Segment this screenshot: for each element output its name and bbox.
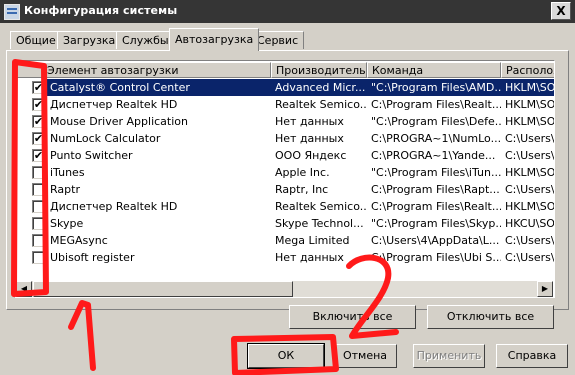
table-row[interactable]: Raptr Raptr, Inc C:\Program Files\Rapt... C… xyxy=(16,181,554,198)
item-name-cell: Ubisoft register xyxy=(50,251,135,264)
location-cell: HKCU\SOFTW xyxy=(505,217,554,230)
table-row[interactable]: iTunes Apple Inc. "C:\Program Files\iTun..… xyxy=(16,164,554,181)
table-row[interactable]: Skype Skype Technol... "C:\Program Files\S… xyxy=(16,215,554,232)
startup-checkbox[interactable]: ✔ xyxy=(32,98,45,111)
command-cell: C:\Program Files\Rapt... xyxy=(371,183,500,196)
enable-all-button[interactable]: Включить все xyxy=(289,305,416,329)
table-row[interactable]: ✔ Punto Switcher ООО Яндекс C:\PROGRA~1\Yan… xyxy=(16,147,554,164)
apply-button[interactable]: Применить xyxy=(413,344,485,368)
table-row[interactable]: ✔ Mouse Driver Application Нет данных "C:\P… xyxy=(16,113,554,130)
location-cell: HKLM\SOFTW xyxy=(505,166,554,179)
table-row[interactable]: Диспетчер Realtek HD Realtek Semico... C:\… xyxy=(16,198,554,215)
location-cell: HKLM\SOFTW xyxy=(501,79,554,96)
startup-list[interactable]: Элемент автозагрузки Производитель Коман… xyxy=(14,60,555,298)
help-button[interactable]: Справка xyxy=(496,344,568,368)
vendor-cell: Realtek Semico... xyxy=(275,98,367,111)
tab-services[interactable]: Службы xyxy=(116,31,175,49)
startup-checkbox[interactable] xyxy=(32,166,45,179)
location-cell: HKLM\SOFTW xyxy=(505,115,554,128)
startup-checkbox[interactable]: ✔ xyxy=(32,81,45,94)
table-row[interactable]: MEGAsync Mega Limited C:\Users\4\AppData\L… xyxy=(16,232,554,249)
command-cell: C:\Program Files\Ubi S... xyxy=(371,251,501,264)
command-cell: "C:\Program Files\iTun... xyxy=(371,166,501,179)
command-cell: C:\Program Files\Realt... xyxy=(371,98,501,111)
startup-checkbox[interactable] xyxy=(32,251,45,264)
startup-checkbox[interactable]: ✔ xyxy=(32,115,45,128)
column-header-item[interactable]: Элемент автозагрузки xyxy=(16,62,271,78)
startup-checkbox[interactable]: ✔ xyxy=(32,132,45,145)
item-name-cell: Mouse Driver Application xyxy=(50,115,188,128)
ok-button[interactable]: ОК xyxy=(247,343,325,369)
vendor-cell: Raptr, Inc xyxy=(275,183,329,196)
table-row[interactable]: ✔ Catalyst® Control Center Advanced Micr..… xyxy=(16,79,554,96)
scrollbar-thumb[interactable] xyxy=(33,281,293,297)
item-name-cell: Catalyst® Control Center xyxy=(46,79,271,96)
tab-general[interactable]: Общие xyxy=(10,31,62,49)
item-name-cell: Диспетчер Realtek HD xyxy=(50,200,178,213)
vendor-cell: ООО Яндекс xyxy=(275,149,347,162)
item-name-cell: Raptr xyxy=(50,183,80,196)
location-cell: C:\Users\4\A xyxy=(505,234,554,247)
window-title: Конфигурация системы xyxy=(24,4,178,17)
table-row[interactable]: Ubisoft register Нет данных C:\Program Fil… xyxy=(16,249,554,266)
location-cell: C:\Users\4\A xyxy=(505,132,554,145)
table-row[interactable]: ✔ NumLock Calculator Нет данных C:\PROGRA~1… xyxy=(16,130,554,147)
item-name-cell: Диспетчер Realtek HD xyxy=(50,98,178,111)
command-cell: C:\Users\4\AppData\L... xyxy=(371,234,500,247)
vendor-cell: Skype Technol... xyxy=(275,217,364,230)
location-cell: C:\Users\4\A xyxy=(505,183,554,196)
startup-checkbox[interactable]: ✔ xyxy=(32,149,45,162)
column-header-location[interactable]: Расположение xyxy=(501,62,554,78)
vendor-cell: Нет данных xyxy=(275,251,344,264)
startup-checkbox[interactable] xyxy=(32,200,45,213)
vendor-cell: Нет данных xyxy=(275,132,344,145)
item-name-cell: NumLock Calculator xyxy=(50,132,161,145)
vendor-cell: Realtek Semico... xyxy=(275,200,367,213)
cancel-button[interactable]: Отмена xyxy=(333,344,397,368)
tab-boot[interactable]: Загрузка xyxy=(57,31,122,49)
vendor-cell: Mega Limited xyxy=(275,234,350,247)
horizontal-scrollbar[interactable]: ◀ ▶ xyxy=(16,281,553,297)
item-name-cell: iTunes xyxy=(50,166,85,179)
column-header-vendor[interactable]: Производитель xyxy=(271,62,367,78)
startup-checkbox[interactable] xyxy=(32,183,45,196)
item-name-cell: Skype xyxy=(50,217,84,230)
app-icon xyxy=(4,4,20,20)
item-name-cell: MEGAsync xyxy=(50,234,108,247)
location-cell: C:\Users\4\A xyxy=(505,149,554,162)
command-cell: C:\Program Files\Realt... xyxy=(371,200,501,213)
close-button[interactable]: X xyxy=(551,2,571,20)
command-cell: C:\PROGRA~1\NumLo... xyxy=(371,132,501,145)
location-cell: HKLM\SOFTW xyxy=(505,98,554,111)
command-cell: "C:\Program Files\Skyp... xyxy=(371,217,501,230)
vendor-cell: Нет данных xyxy=(275,115,344,128)
location-cell: HKLM\SOFTW xyxy=(505,200,554,213)
startup-checkbox[interactable] xyxy=(32,217,45,230)
item-name-cell: Punto Switcher xyxy=(50,149,133,162)
column-header-command[interactable]: Команда xyxy=(367,62,501,78)
scroll-right-arrow-icon[interactable]: ▶ xyxy=(537,281,553,297)
command-cell: "C:\Program Files\Defe... xyxy=(371,115,501,128)
scroll-left-arrow-icon[interactable]: ◀ xyxy=(16,281,32,297)
location-cell: C:\Users\4\A xyxy=(505,251,554,264)
command-cell: "C:\Program Files\AMD... xyxy=(367,79,501,96)
table-row[interactable]: ✔ Диспетчер Realtek HD Realtek Semico... C:… xyxy=(16,96,554,113)
disable-all-button[interactable]: Отключить все xyxy=(427,305,554,329)
title-bar[interactable]: Конфигурация системы X xyxy=(0,0,575,23)
vendor-cell: Advanced Micr... xyxy=(271,79,367,96)
vendor-cell: Apple Inc. xyxy=(275,166,330,179)
tab-startup[interactable]: Автозагрузка xyxy=(169,28,260,51)
command-cell: C:\PROGRA~1\Yande... xyxy=(371,149,496,162)
startup-checkbox[interactable] xyxy=(32,234,45,247)
